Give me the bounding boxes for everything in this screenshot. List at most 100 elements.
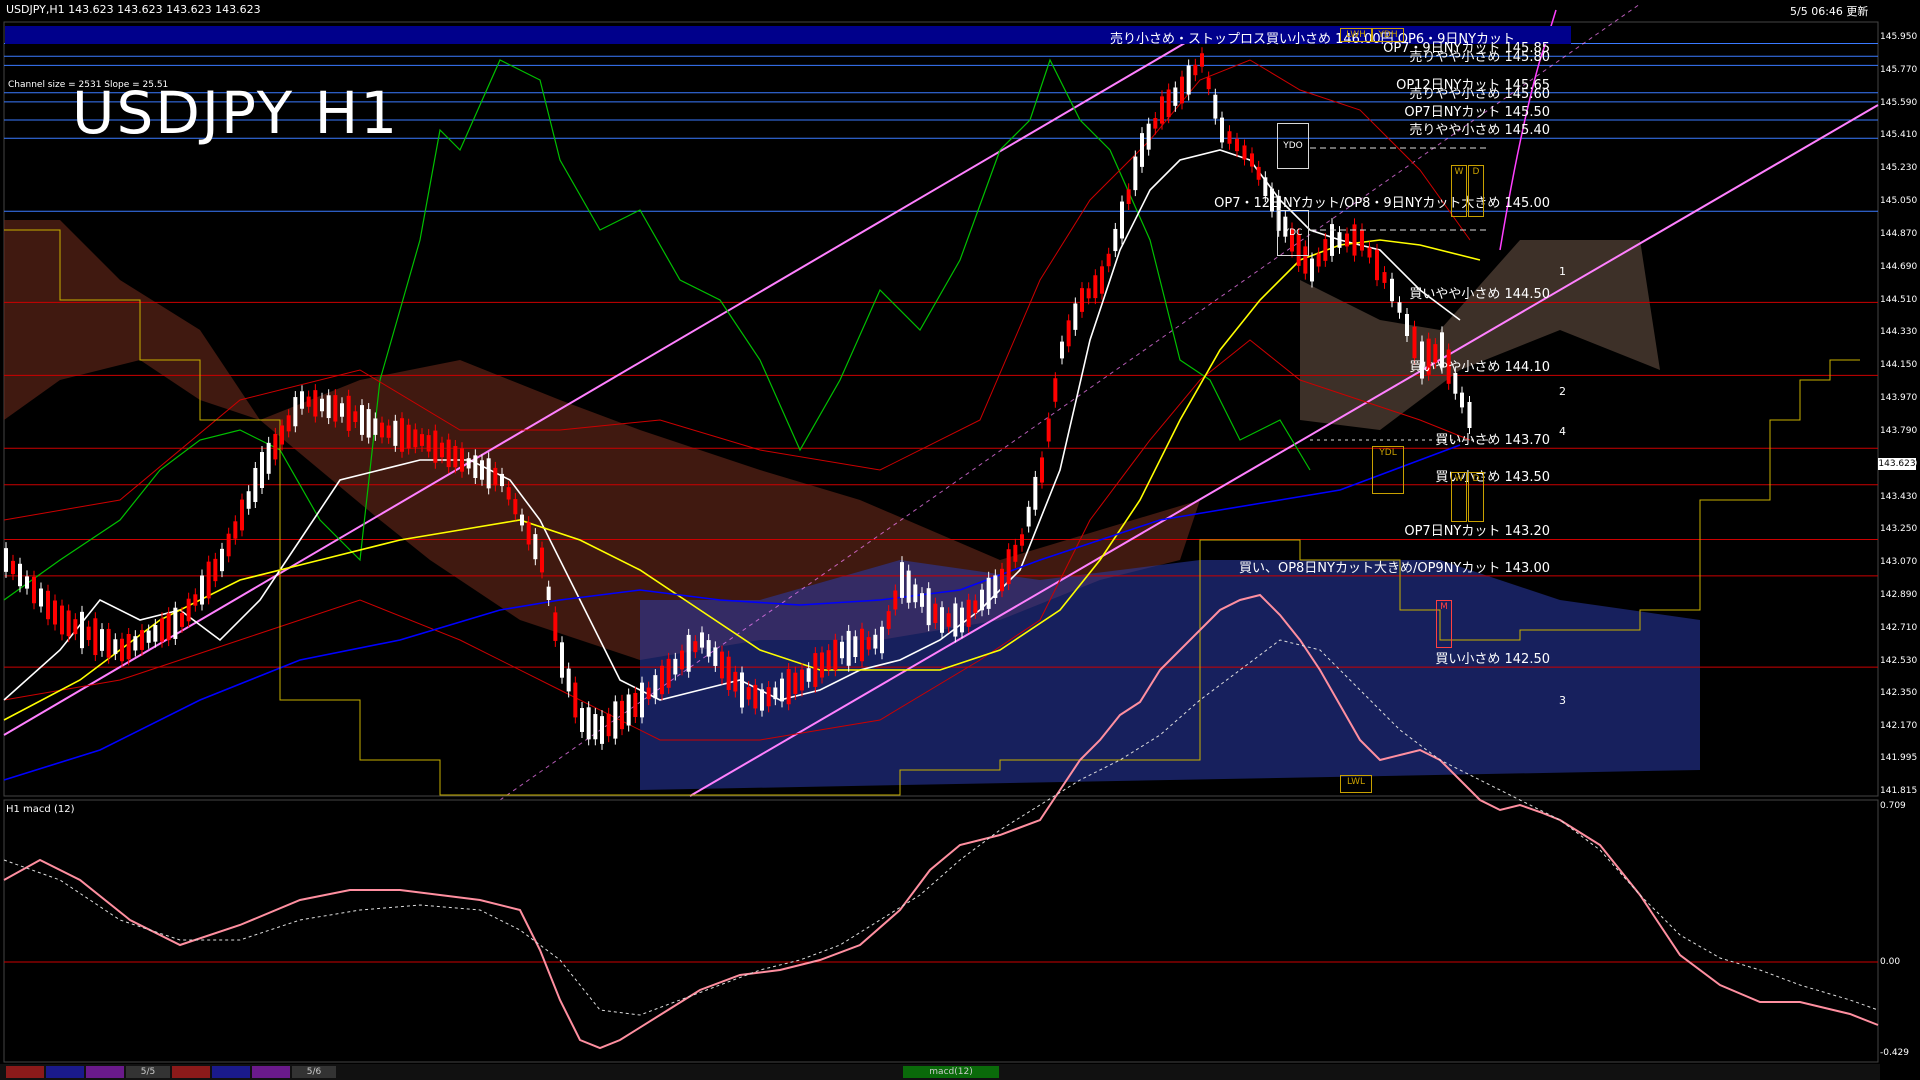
candle-body	[1213, 94, 1218, 119]
price-axis-label: 141.815	[1880, 786, 1918, 796]
candle-body	[1166, 89, 1171, 118]
candle-body	[1382, 272, 1387, 283]
candle-body	[1227, 131, 1232, 144]
macd-axis-zero: 0.00	[1880, 957, 1901, 967]
price-axis-label: 143.250	[1880, 524, 1918, 535]
candle-body	[293, 397, 298, 427]
candle-body	[1405, 313, 1409, 337]
candle-body	[220, 548, 224, 572]
candle-body	[346, 395, 351, 431]
candle-body	[566, 668, 571, 692]
annotation-label: 売りやや小さめ 145.60	[1409, 86, 1550, 102]
candle-body	[606, 713, 611, 737]
candle-body	[693, 641, 698, 653]
footer-tab-date[interactable]: 5/5	[126, 1066, 170, 1078]
footer-tab[interactable]	[46, 1066, 84, 1078]
candle-body	[506, 487, 511, 500]
candle-body	[613, 701, 618, 739]
candle-body	[153, 624, 158, 642]
candle-body	[100, 629, 104, 651]
candle-body	[1153, 118, 1158, 129]
candle-body	[686, 634, 691, 672]
candle-body	[1337, 232, 1342, 248]
candle-body	[300, 391, 304, 409]
candle-body	[600, 716, 604, 744]
candle-body	[1323, 239, 1328, 261]
candle-body	[546, 586, 551, 601]
macd-axis-bottom: -0.429	[1880, 1048, 1910, 1058]
candle-body	[973, 600, 978, 613]
candle-body	[1126, 189, 1131, 205]
candle-body	[1133, 156, 1138, 191]
candle-body	[1360, 229, 1364, 251]
candle-body	[873, 634, 878, 649]
kumo-brown	[1300, 240, 1660, 430]
candle-body	[520, 514, 524, 526]
price-axis-label: 145.410	[1880, 130, 1918, 141]
candle-body	[1146, 123, 1151, 150]
footer-tab[interactable]	[86, 1066, 124, 1078]
candle-body	[46, 590, 50, 620]
candle-body	[186, 598, 191, 622]
candle-body	[1345, 233, 1349, 247]
candle-body	[1093, 275, 1098, 299]
candle-body	[133, 636, 138, 651]
annotation-label: 買いやや小さめ 144.50	[1409, 287, 1550, 303]
candle-body	[1235, 138, 1239, 152]
candle-body	[126, 634, 131, 660]
candle-body	[1263, 177, 1268, 197]
candle-body	[1412, 326, 1417, 359]
candle-body	[853, 636, 858, 658]
candle-body	[906, 570, 911, 603]
candle-body	[80, 611, 84, 649]
candle-body	[866, 637, 871, 650]
candle-body	[373, 418, 378, 435]
candle-body	[1020, 534, 1024, 546]
candle-body	[533, 534, 538, 560]
candle-body	[780, 678, 784, 702]
price-axis-label: 145.050	[1880, 196, 1918, 207]
w-box-lower: W	[1451, 472, 1467, 522]
price-axis-label: 144.870	[1880, 228, 1918, 239]
candle-body	[1193, 64, 1198, 76]
footer-tab[interactable]	[172, 1066, 210, 1078]
candle-body	[1106, 253, 1111, 267]
candle-body	[1046, 418, 1051, 442]
price-axis-label: 145.770	[1880, 64, 1918, 75]
mt4-chart-window: USDJPY,H1 143.623 143.623 143.623 143.62…	[0, 0, 1920, 1080]
candle-body	[173, 607, 178, 639]
candle-body	[1397, 302, 1402, 313]
price-axis-label: 144.690	[1880, 261, 1918, 272]
candle-body	[526, 522, 531, 545]
candle-body	[726, 656, 731, 690]
candle-body	[846, 630, 851, 666]
footer-tab[interactable]	[6, 1066, 44, 1078]
candle-body	[313, 390, 318, 417]
candle-body	[793, 672, 798, 695]
candle-body	[1180, 76, 1184, 104]
candle-body	[286, 415, 291, 432]
candle-body	[733, 671, 738, 692]
footer-tab-date[interactable]: 5/6	[292, 1066, 336, 1078]
candle-body	[926, 588, 931, 626]
candle-body	[713, 647, 718, 666]
candle-body	[1120, 201, 1124, 239]
scroll-indicator[interactable]: macd(12)	[903, 1066, 999, 1078]
candle-body	[1250, 153, 1254, 167]
candle-body	[1006, 549, 1011, 585]
candle-body	[86, 626, 91, 641]
candle-body	[213, 558, 218, 582]
candle-body	[280, 425, 284, 445]
candle-body	[226, 533, 231, 557]
annotation-label: 売りやや小さめ 145.80	[1409, 50, 1550, 66]
candle-body	[1200, 53, 1204, 67]
annotation-label: 買い小さめ 143.70	[1435, 433, 1550, 449]
footer-tab[interactable]	[252, 1066, 290, 1078]
candle-body	[240, 499, 244, 531]
footer-tab[interactable]	[212, 1066, 250, 1078]
price-axis-label: 142.710	[1880, 622, 1918, 633]
candle-body	[406, 424, 411, 449]
candle-body	[113, 639, 118, 655]
candle-body	[253, 467, 258, 503]
candle-body	[73, 619, 78, 635]
